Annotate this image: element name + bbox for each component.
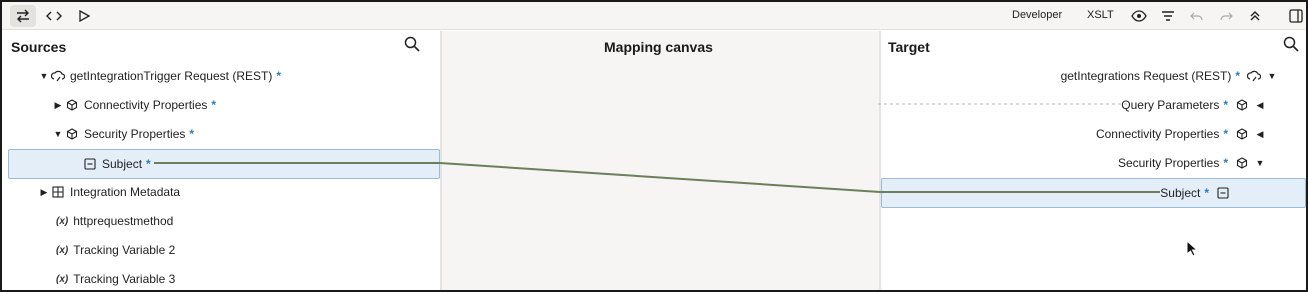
tree-node-label: Tracking Variable 2 [73,243,176,257]
caret-down-icon[interactable]: ▼ [1254,158,1266,168]
mouse-cursor-icon [1186,240,1199,257]
required-star: * [1223,127,1228,141]
tree-node-subject-target[interactable]: Subject * [881,178,1306,208]
eye-icon[interactable] [1130,7,1148,25]
tree-node-tracking-variable-3[interactable]: (x) Tracking Variable 3 [56,265,176,290]
canvas-title: Mapping canvas [604,39,713,55]
sources-panel: Sources ▼ getIntegrationTrigger Request … [2,31,440,290]
element-icon [1215,185,1231,201]
caret-left-icon[interactable]: ◀ [1254,100,1266,111]
cube-icon [1234,126,1250,142]
element-icon [82,156,98,172]
target-title: Target [888,39,930,55]
tree-node-label: Query Parameters [1121,98,1220,112]
cube-icon [1234,155,1250,171]
caret-right-icon[interactable]: ▶ [38,187,50,198]
variable-icon: (x) [56,273,69,285]
mapping-canvas[interactable]: Mapping canvas [442,31,879,290]
required-star: * [1204,186,1209,200]
tree-node-tracking-variable-2[interactable]: (x) Tracking Variable 2 [56,236,175,264]
tree-node-label: Integration Metadata [70,185,181,199]
toolbar: Developer XSLT [2,2,1306,30]
required-star: * [146,157,151,171]
filter-icon[interactable] [1159,7,1177,25]
variable-icon: (x) [56,215,69,227]
play-icon[interactable] [72,5,96,27]
swap-icon[interactable] [10,5,36,27]
required-star: * [189,127,195,141]
caret-down-icon[interactable]: ▼ [1266,71,1278,81]
grid-icon [50,184,66,200]
undo-icon[interactable] [1188,7,1206,25]
cube-icon [1234,97,1250,113]
required-star: * [1235,69,1240,83]
tree-node-label: Tracking Variable 3 [73,272,176,286]
caret-down-icon[interactable]: ▼ [52,129,64,139]
tree-node-security-properties[interactable]: ▼ Security Properties * [52,120,195,148]
cube-icon [64,97,80,113]
tree-node-label: getIntegrations Request (REST) [1060,69,1232,83]
tree-node-target-root[interactable]: getIntegrations Request (REST) * ▼ [1061,62,1278,90]
target-panel: Target getIntegrations Request (REST) * … [881,31,1306,290]
tree-node-label: Security Properties [84,127,186,141]
search-icon[interactable] [404,36,422,54]
panel-toggle-icon[interactable] [1287,7,1305,25]
collapse-up-icon[interactable] [1246,7,1264,25]
mapper-window: Developer XSLT Sources ▼ getIntegrationT… [0,0,1308,292]
xslt-mode-toggle[interactable]: XSLT [1087,9,1114,21]
required-star: * [276,69,281,83]
caret-left-icon[interactable]: ◀ [1254,129,1266,140]
required-star: * [1223,98,1228,112]
tree-node-connectivity-properties-target[interactable]: Connectivity Properties * ◀ [1096,120,1266,148]
variable-icon: (x) [56,244,69,256]
tree-node-security-properties-target[interactable]: Security Properties * ▼ [1118,149,1266,177]
tree-node-source-root[interactable]: ▼ getIntegrationTrigger Request (REST) * [38,62,281,90]
tree-node-label: Connectivity Properties [84,98,208,112]
caret-right-icon[interactable]: ▶ [52,100,64,111]
code-icon[interactable] [42,5,66,27]
tree-node-httprequestmethod[interactable]: (x) httprequestmethod [56,207,173,235]
tree-node-label: Subject [102,157,143,171]
tree-node-query-parameters[interactable]: Query Parameters * ◀ [1121,91,1266,119]
tree-node-integration-metadata[interactable]: ▶ Integration Metadata [38,178,181,206]
rest-trigger-icon [1246,68,1262,84]
developer-mode-toggle[interactable]: Developer [1012,9,1062,21]
required-star: * [1223,156,1228,170]
required-star: * [211,98,217,112]
tree-node-label: httprequestmethod [73,214,174,228]
caret-down-icon[interactable]: ▼ [38,71,50,81]
sources-title: Sources [11,39,67,55]
redo-icon[interactable] [1217,7,1235,25]
search-icon[interactable] [1283,36,1301,54]
tree-node-label: Connectivity Properties [1095,127,1220,141]
tree-node-label: getIntegrationTrigger Request (REST) [70,69,273,83]
tree-node-connectivity-properties[interactable]: ▶ Connectivity Properties * [52,91,217,119]
rest-trigger-icon [50,68,66,84]
tree-node-label: Security Properties [1117,156,1220,170]
cube-icon [64,126,80,142]
tree-node-subject-source[interactable]: Subject * [8,149,440,179]
tree-node-label: Subject [1160,186,1201,200]
